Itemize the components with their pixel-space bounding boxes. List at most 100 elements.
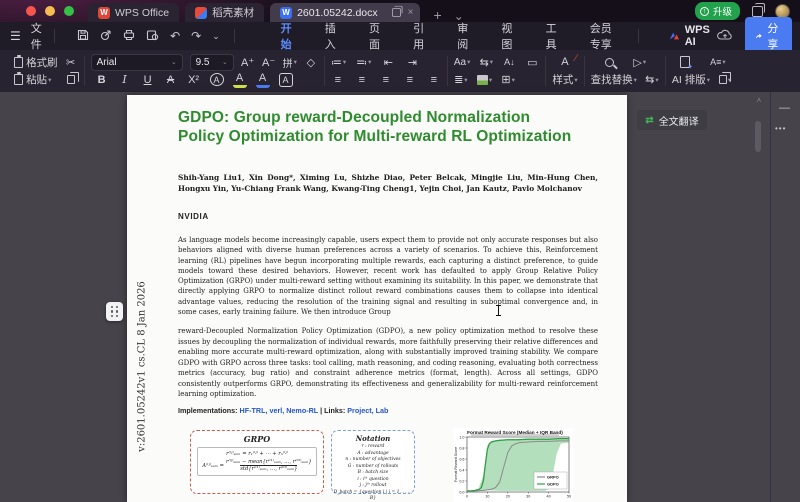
notation-figure-box: Notation r : rewardA : advantagen : numb… [331,430,415,494]
ai-layout-button[interactable]: AI 排版▾ [672,72,710,88]
justify-button[interactable]: ≡ [403,72,417,88]
grpo-eq2: A⁽ⁱʲ⁾ₛᵤₘ = r⁽ⁱʲ⁾ₛᵤₘ − mean{r⁽ⁱ¹⁾ₛᵤₘ, …, … [200,459,314,472]
quick-access-dropdown-icon[interactable]: ⌄ [212,32,220,41]
document-page[interactable]: GDPO: Group reward-Decoupled Normalizati… [127,95,627,502]
strikethrough-button[interactable]: A [164,72,178,88]
align-left-button[interactable]: ≡ [331,72,345,88]
text-tool-button[interactable]: A≡▾ [710,54,726,70]
styles-icon[interactable]: A [558,54,572,70]
underline-button[interactable]: U [141,72,155,88]
font-size-select[interactable]: 9.5⌄ [190,54,234,71]
layers-button[interactable]: ▾ [718,72,732,88]
grpo-equations: r⁽ⁱʲ⁾ₛᵤₘ = r₁⁽ⁱʲ⁾ + ⋯ + rₙ⁽ⁱʲ⁾ A⁽ⁱʲ⁾ₛᵤₘ … [197,447,317,476]
increase-indent-button[interactable]: ⇥ [405,54,419,70]
find-replace-button[interactable]: 查找替换▾ [591,72,637,88]
notation-box-title: Notation [332,434,414,443]
abstract-paragraph-1: As language models become increasingly c… [178,235,598,317]
search-icon[interactable] [603,54,617,70]
print-preview-icon[interactable] [146,29,159,43]
align-center-button[interactable]: ≡ [355,72,369,88]
replace-swap-button[interactable]: ⇆▾ [645,72,659,88]
svg-text:50: 50 [567,495,571,499]
wps-ai-logo-icon [669,31,680,41]
translate-icon: ⇄ [645,115,653,126]
paper-authors: Shih-Yang Liu1, Xin Dong*, Ximing Lu, Sh… [178,172,598,194]
zoom-window-button[interactable] [64,6,74,16]
phonetic-guide-button[interactable]: 拼▾ [283,54,297,70]
cut-button[interactable]: ✂ [64,54,78,70]
tab-wps-ai[interactable]: WPS AI [669,24,717,48]
rail-minimize-icon[interactable]: — [779,102,790,114]
decrease-indent-button[interactable]: ⇤ [381,54,395,70]
tab-wps-office[interactable]: W WPS Office [88,3,179,22]
upgrade-arrow-icon: ↑ [700,7,709,16]
print-icon[interactable] [123,29,135,43]
enclose-characters-button[interactable]: A [210,73,224,86]
format-painter-button[interactable]: 格式刷 [14,54,58,70]
font-color-button[interactable]: A [256,72,270,88]
bold-button[interactable]: B [95,72,109,88]
export-icon[interactable] [100,29,112,43]
align-right-button[interactable]: ≡ [379,72,393,88]
svg-text:0.0: 0.0 [459,490,464,494]
file-menu[interactable]: 文件 [31,20,47,52]
font-name-select[interactable]: Arial⌄ [91,54,183,71]
ai-doc-icon[interactable] [678,54,692,70]
undo-icon[interactable]: ↶ [170,30,180,42]
italic-button[interactable]: I [118,72,132,88]
paper-title: GDPO: Group reward-Decoupled Normalizati… [178,108,574,146]
minimize-window-button[interactable] [45,6,55,16]
save-icon[interactable] [77,29,89,43]
svg-text:10: 10 [485,495,489,499]
tab-label: WPS Office [115,7,169,19]
brush-icon [14,57,23,68]
svg-text:Format Reward Score: Format Reward Score [454,447,458,482]
project-links[interactable]: Project, Lab [347,406,388,415]
clear-format-button[interactable]: ◇ [304,54,318,70]
shrink-font-button[interactable]: A⁻ [262,54,276,70]
copy-icon [67,75,75,84]
implementation-links[interactable]: HF-TRL, verl, Nemo-RL [240,406,319,415]
scroll-top-button[interactable]: ˄ [753,96,765,105]
notation-lines: r : rewardA : advantagen : number of obj… [332,444,414,502]
sort-button[interactable]: A↓ [502,54,516,70]
rail-more-icon[interactable]: ••• [775,124,786,133]
svg-text:0.4: 0.4 [459,468,464,472]
superscript-button[interactable]: X² [187,72,201,88]
distribute-button[interactable]: ≡ [427,72,441,88]
full-text-translate-button[interactable]: ⇄ 全文翻译 [637,110,707,130]
grpo-eq1: r⁽ⁱʲ⁾ₛᵤₘ = r₁⁽ⁱʲ⁾ + ⋯ + rₙ⁽ⁱʲ⁾ [200,451,314,457]
shading-button[interactable]: ▾ [477,72,492,88]
tab-docer[interactable]: 稻壳素材 [185,3,264,22]
translate-label: 全文翻译 [659,113,699,128]
right-rail-divider [770,92,771,502]
hamburger-icon[interactable]: ☰ [10,30,21,42]
copy-button[interactable] [64,72,78,88]
svg-text:GRPO: GRPO [547,474,559,479]
windows-stack-icon[interactable] [752,6,763,17]
character-border-button[interactable]: A [279,73,293,87]
close-window-button[interactable] [26,6,36,16]
svg-text:GDPO: GDPO [547,481,559,486]
share-arrow-icon [755,31,762,41]
text-frame-icon[interactable]: ▭ [525,54,539,70]
vertical-scrollbar[interactable] [755,121,761,152]
bullets-button[interactable]: ≔▾ [331,54,346,70]
line-spacing-button[interactable]: ≣▾ [454,72,468,88]
text-direction-button[interactable]: ⇆▾ [479,54,493,70]
text-cursor [498,305,499,316]
implementations-line: Implementations: HF-TRL, verl, Nemo-RL |… [178,406,388,415]
change-case-button[interactable]: Aa▾ [454,54,471,70]
select-button[interactable]: ▷▾ [633,54,647,70]
grow-font-button[interactable]: A⁺ [241,54,255,70]
share-label: 分享 [767,20,782,52]
highlight-color-button[interactable]: A [233,72,247,88]
redo-icon[interactable]: ↷ [191,30,201,42]
paste-button[interactable]: 粘贴▾ [14,72,51,88]
svg-text:0.6: 0.6 [459,457,464,461]
borders-button[interactable]: ⊞▾ [501,72,515,88]
numbering-button[interactable]: ≕▾ [356,54,371,70]
styles-button[interactable]: 样式▾ [552,72,577,88]
cloud-upload-icon[interactable] [717,29,733,44]
drag-handle[interactable] [106,302,123,321]
